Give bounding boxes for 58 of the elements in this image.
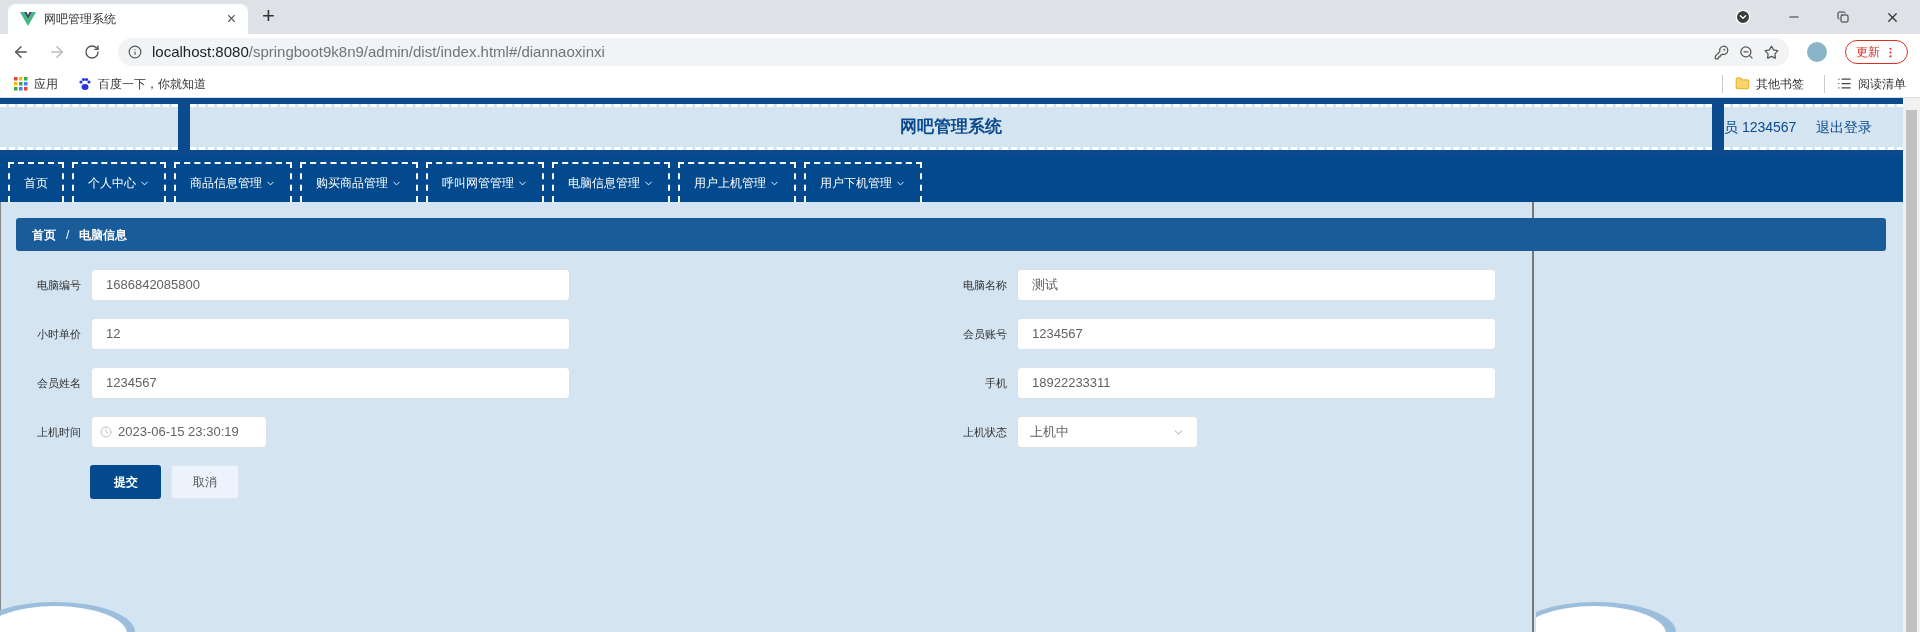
nav-menu-item[interactable]: 电脑信息管理	[552, 162, 670, 202]
submit-button[interactable]: 提交	[90, 465, 161, 499]
field-label: 小时单价	[36, 326, 81, 342]
key-icon[interactable]	[1714, 44, 1729, 60]
close-tab-button[interactable]: ×	[226, 7, 236, 31]
text-field[interactable]: 18922233311	[1017, 367, 1496, 399]
breadcrumb-separator: /	[66, 226, 70, 244]
new-tab-button[interactable]: +	[262, 0, 275, 32]
address-field[interactable]: localhost:8080/springboot9k8n9/admin/dist/index.html#/diannaoxinxi	[118, 38, 1789, 66]
breadcrumb-item[interactable]: 电脑信息	[79, 225, 128, 244]
url-host: localhost:8080	[152, 41, 249, 62]
logout-link[interactable]: 退出登录	[1816, 116, 1873, 138]
paw-icon	[78, 76, 92, 91]
nav-menu-item[interactable]: 用户下机管理	[804, 162, 922, 202]
field-label: 电脑名称	[962, 277, 1007, 293]
back-icon[interactable]	[12, 43, 30, 61]
tab-title: 网吧管理系统	[44, 11, 117, 28]
breadcrumb-item[interactable]: 首页	[32, 225, 56, 244]
text-field[interactable]: 12	[91, 318, 570, 350]
nav-menu-item[interactable]: 呼叫网管管理	[426, 162, 544, 202]
bookmark-link[interactable]: 其他书签	[1756, 74, 1804, 93]
browser-tab[interactable]: 网吧管理系统 ×	[8, 4, 248, 34]
text-field[interactable]: 1686842085800	[91, 269, 570, 301]
date-field[interactable]: 2023-06-15 23:30:19	[91, 416, 267, 448]
reload-icon[interactable]	[84, 44, 100, 60]
cancel-button[interactable]: 取消	[171, 465, 239, 499]
nav-menu-item[interactable]: 购买商品管理	[300, 162, 418, 202]
url-path: /springboot9k8n9/admin/dist/index.html#/diannaoxinxi	[248, 41, 605, 62]
list-icon	[1837, 76, 1852, 91]
field-label: 手机	[984, 375, 1007, 391]
text-field[interactable]: 测试	[1017, 269, 1496, 301]
nav-menu-item[interactable]: 商品信息管理	[174, 162, 292, 202]
bookmark-link[interactable]: 百度一下，你就知道	[98, 74, 206, 93]
nav-menu-item[interactable]: 个人中心	[72, 162, 166, 202]
star-icon[interactable]	[1764, 44, 1779, 60]
field-label: 电脑编号	[36, 277, 81, 293]
field-label: 会员姓名	[36, 375, 81, 391]
nav-menu-item[interactable]: 首页	[8, 162, 64, 202]
nav-menu-item[interactable]: 用户上机管理	[678, 162, 796, 202]
select-field[interactable]: 上机中	[1017, 416, 1198, 448]
folder-icon	[1735, 76, 1750, 91]
logo-icon	[20, 12, 36, 26]
text-field[interactable]: 1234567	[1017, 318, 1496, 350]
restore-icon[interactable]	[1837, 11, 1849, 23]
bookmark-link[interactable]: 应用	[34, 74, 58, 93]
info-icon	[128, 45, 142, 59]
site-title: 网吧管理系统	[900, 116, 1002, 139]
bookmark-link[interactable]: 阅读清单	[1858, 74, 1906, 93]
tab-search-icon[interactable]	[1735, 9, 1751, 25]
field-label: 上机时间	[36, 424, 81, 440]
apps-grid-icon	[14, 76, 28, 91]
clock-icon	[100, 426, 112, 438]
field-label: 上机状态	[962, 424, 1007, 440]
field-label: 会员账号	[962, 326, 1007, 342]
zoom-icon[interactable]	[1739, 44, 1754, 60]
text-field[interactable]: 1234567	[91, 367, 570, 399]
user-label: 员 1234567	[1724, 117, 1797, 137]
scrollbar[interactable]	[1903, 98, 1920, 632]
